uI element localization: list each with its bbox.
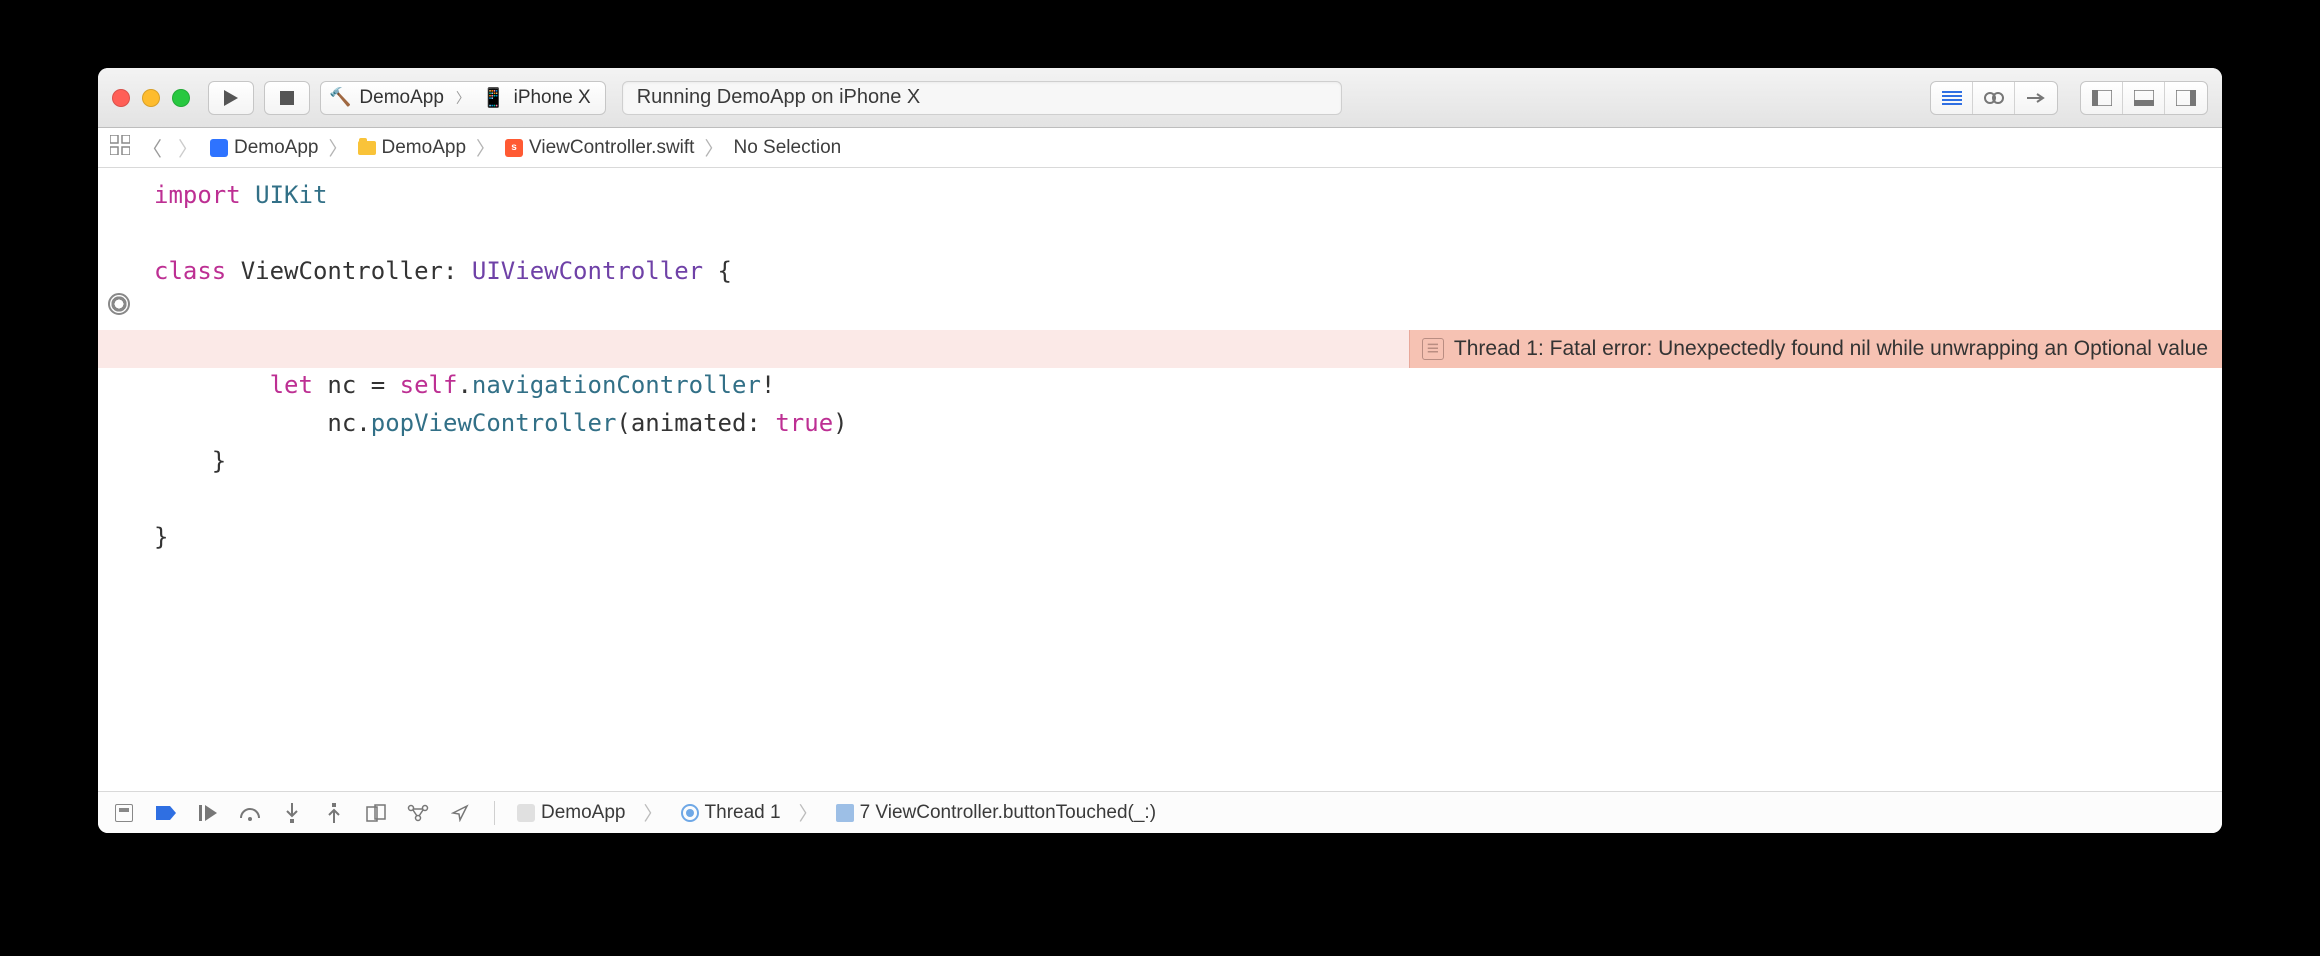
ibaction-connection-icon[interactable] — [108, 293, 130, 315]
editor-mode-segmented[interactable] — [1930, 81, 2058, 115]
panel-toggle-segmented[interactable] — [2080, 81, 2208, 115]
chevron-right-icon: 〉 — [644, 799, 663, 826]
chevron-right-icon: 〉 — [799, 799, 818, 826]
app-icon: 🔨 — [329, 87, 351, 108]
breadcrumb-selection[interactable]: No Selection — [733, 137, 841, 159]
xcode-window: 🔨 DemoApp 〉 📱 iPhone X Running DemoApp o… — [98, 68, 2222, 833]
stop-button[interactable] — [264, 81, 310, 115]
chevron-right-icon: 〉 — [452, 88, 474, 108]
scheme-selector[interactable]: 🔨 DemoApp 〉 📱 iPhone X — [320, 81, 606, 115]
chevron-right-icon: 〉 — [702, 134, 725, 161]
stack-frame-icon — [836, 804, 854, 822]
history-back-button[interactable]: 〈 — [138, 133, 166, 162]
thread-icon — [681, 804, 699, 822]
swift-file-icon: s — [505, 139, 523, 157]
chevron-right-icon: 〉 — [474, 134, 497, 161]
history-forward-button[interactable]: 〉 — [174, 133, 202, 162]
activity-status: Running DemoApp on iPhone X — [622, 81, 1342, 115]
assistant-editor-button[interactable] — [1973, 82, 2015, 114]
simulate-location-button[interactable] — [448, 801, 472, 825]
related-items-icon[interactable] — [110, 135, 130, 161]
hide-debug-area-button[interactable] — [112, 801, 136, 825]
continue-button[interactable] — [196, 801, 220, 825]
process-icon — [517, 804, 535, 822]
jump-bar: 〈 〉 DemoApp 〉 DemoApp 〉 s ViewController… — [98, 128, 2222, 168]
debug-view-hierarchy-button[interactable] — [364, 801, 388, 825]
zoom-window-button[interactable] — [172, 89, 190, 107]
error-list-icon: ≡ — [1422, 338, 1444, 360]
debug-process-crumb[interactable]: DemoApp — [517, 802, 626, 824]
window-controls — [112, 89, 190, 107]
breadcrumb-project[interactable]: DemoApp — [210, 137, 319, 159]
scheme-app-label: DemoApp — [359, 87, 444, 109]
debug-memory-graph-button[interactable] — [406, 801, 430, 825]
close-window-button[interactable] — [112, 89, 130, 107]
toggle-navigator-button[interactable] — [2081, 82, 2123, 114]
folder-icon — [358, 141, 376, 155]
breakpoint-toggle-button[interactable] — [154, 801, 178, 825]
error-message: Thread 1: Fatal error: Unexpectedly foun… — [1454, 337, 2208, 361]
toggle-inspector-button[interactable] — [2165, 82, 2207, 114]
device-icon: 📱 — [482, 86, 506, 110]
runtime-error-banner[interactable]: ≡ Thread 1: Fatal error: Unexpectedly fo… — [1409, 330, 2222, 368]
toggle-debug-area-button[interactable] — [2123, 82, 2165, 114]
toolbar: 🔨 DemoApp 〉 📱 iPhone X Running DemoApp o… — [98, 68, 2222, 128]
breadcrumb-file[interactable]: s ViewController.swift — [505, 137, 694, 159]
step-over-button[interactable] — [238, 801, 262, 825]
debug-frame-crumb[interactable]: 7 ViewController.buttonTouched(_:) — [836, 802, 1156, 824]
separator — [494, 801, 495, 825]
version-editor-button[interactable] — [2015, 82, 2057, 114]
debug-thread-crumb[interactable]: Thread 1 — [681, 802, 781, 824]
status-text: Running DemoApp on iPhone X — [637, 86, 921, 109]
step-out-button[interactable] — [322, 801, 346, 825]
chevron-right-icon: 〉 — [327, 134, 350, 161]
scheme-device-label: iPhone X — [514, 87, 591, 109]
minimize-window-button[interactable] — [142, 89, 160, 107]
breadcrumb-folder[interactable]: DemoApp — [358, 137, 467, 159]
source-editor[interactable]: ≡ Thread 1: Fatal error: Unexpectedly fo… — [98, 168, 2222, 791]
standard-editor-button[interactable] — [1931, 82, 1973, 114]
project-icon — [210, 139, 228, 157]
step-into-button[interactable] — [280, 801, 304, 825]
debug-bar: DemoApp 〉 Thread 1 〉 7 ViewController.bu… — [98, 791, 2222, 833]
run-button[interactable] — [208, 81, 254, 115]
